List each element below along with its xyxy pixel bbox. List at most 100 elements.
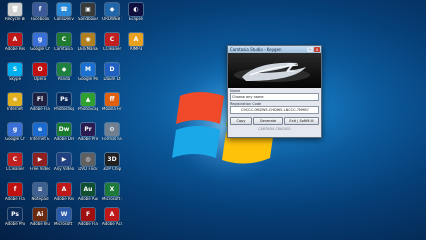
desktop-icon[interactable]: AiAdobe Illustrator [30,208,50,227]
desktop-icon-label: Adobe Flash [5,197,25,201]
generate-button[interactable]: Generate [253,117,283,125]
desktop-icon-label: Google Chrome [30,47,50,51]
desktop-icon-label: ORDWEB Snippet [102,17,122,21]
app-icon: ◎ [81,153,95,166]
app-icon: ff [105,93,119,106]
desktop-icon[interactable]: CCamtasia Studio [54,33,74,52]
desktop-icon-label: Skype [8,77,22,81]
desktop-icon[interactable]: XMicrosoft Excel [102,183,122,202]
desktop-icon[interactable]: MGoogle Maps [78,63,98,82]
app-icon: O [33,63,47,76]
desktop-icon[interactable]: S Skype [5,63,25,82]
desktop-icon[interactable]: WMicrosoft Word [54,208,74,227]
keygen-titlebar[interactable]: Camtasia Studio - Keygen – x [228,46,321,53]
desktop-icon[interactable]: f Facebook [30,3,50,22]
desktop-icon-label: Adobe Reader [5,47,25,51]
desktop-icon[interactable]: ◉DiskManager [78,33,98,52]
desktop-icon-label: Panda [57,77,71,81]
desktop-icon[interactable]: ◐ Eclipse [126,3,146,22]
desktop-icon-label: Mozilla Firefox [102,107,122,111]
desktop-icon[interactable]: FAdobe Flash [78,208,98,227]
app-icon: C [8,153,22,166]
keygen-footer: CAMTASIA CRACKED [258,127,291,131]
desktop-icon[interactable]: ffMozilla Firefox [102,93,122,112]
desktop-icon[interactable]: ◎ DVD Flick [78,153,98,172]
app-icon: A [129,33,143,46]
desktop-icon[interactable]: ◆ORDWEB Snippet [102,3,122,22]
desktop-icon[interactable]: FlAdobe Flash Pro CS6 [30,93,50,112]
app-icon: e [33,123,47,136]
desktop-icon[interactable]: fAdobe Flash [5,183,25,202]
desktop-icon[interactable]: gGoogle Chrome [5,123,25,142]
desktop-icon[interactable]: ▲PhotoScape [78,93,98,112]
keygen-banner: Z [228,53,321,88]
desktop-icon[interactable]: AuAdobe Audition [78,183,98,202]
desktop-icon-label: Sandboxie [78,17,98,21]
desktop-icon-label: Internet [7,107,23,111]
desktop-icon-label: Adobe Photoshop [5,222,25,226]
desktop-icon[interactable]: DwAdobe Dreamweaver [54,123,74,142]
app-icon: X [105,183,119,196]
desktop-icon[interactable]: AAdobe Acrobat [102,208,122,227]
app-icon: Dw [57,123,71,136]
desktop-icon[interactable]: PrAdobe Premiere [78,123,98,142]
desktop-icon-label: Adobe Dreamweaver [54,137,74,141]
desktop-icon[interactable]: 🗑Recycle Bin [5,3,25,22]
desktop-icon[interactable]: D Daum Lt [102,63,122,82]
app-icon: ◐ [129,3,143,16]
desktop-icon-label: Adobe Acrobat [102,222,122,226]
desktop-icon[interactable]: C CCleaner [5,153,25,172]
app-icon: A [8,33,22,46]
desktop-icon[interactable]: ☎CallsDeliverer [54,3,74,22]
desktop-icon[interactable]: AAdobe Reader [54,183,74,202]
close-button[interactable]: x [314,47,320,52]
desktop-icon[interactable]: ▶Free Video Converter [30,153,50,172]
app-icon: g [8,123,22,136]
desktop-icon-label: Adobe Illustrator [30,222,50,226]
desktop-icon-label: Internet Explorer [30,137,50,141]
banner-letter: Z [286,61,295,75]
app-icon: F [81,208,95,221]
desktop-icon[interactable]: ▶Any Video Converter [54,153,74,172]
desktop-icon-label: Microsoft Excel [102,197,122,201]
copy-button[interactable]: Copy [230,117,252,125]
app-icon: f [33,3,47,16]
app-icon: ▶ [33,153,47,166]
app-icon: M [81,63,95,76]
desktop-icon[interactable]: e Internet [5,93,25,112]
app-icon: ▶ [57,153,71,166]
app-icon: C [105,33,119,46]
exit-button[interactable]: Exit | SoftM.III [284,117,319,125]
desktop-icon[interactable]: ⚙Format Factory [102,123,122,142]
keygen-window[interactable]: Camtasia Studio - Keygen – x Z Name Choo… [227,45,322,138]
app-icon: ≡ [33,183,47,196]
desktop-icon-label: Any Video Converter [54,167,74,171]
desktop-icon-label: Adobe Audition [78,197,98,201]
desktop-icon[interactable]: eInternet Explorer [30,123,50,142]
app-icon: ☎ [57,3,71,16]
desktop-icon[interactable]: AAdobe Reader [5,33,25,52]
desktop-icon-label: Google Chrome [5,137,25,141]
app-icon: C [57,33,71,46]
desktop-icon[interactable]: ▣ Sandboxie [78,3,98,22]
desktop-icon[interactable]: Ps Photoshop [54,93,74,112]
desktop-icon[interactable]: ≡ Notepad [30,183,50,202]
desktop-icon[interactable]: PsAdobe Photoshop [5,208,25,227]
app-icon: g [33,33,47,46]
name-field[interactable]: Choose any name [230,93,319,101]
code-field[interactable]: C9CCC-0MZW5-CHDW5-LNCCC-7M9B7 [230,106,319,114]
desktop-icon[interactable]: C CCleaner [102,33,122,52]
app-icon: Ps [8,208,22,221]
desktop-icon-label: CCleaner [102,47,122,51]
desktop-icon[interactable]: ◆ Panda [54,63,74,82]
minimize-button[interactable]: – [307,47,313,52]
app-icon: Pr [81,123,95,136]
desktop-icon[interactable]: gGoogle Chrome [30,33,50,52]
desktop-icon-label: Microsoft Word [54,222,74,226]
desktop-icon[interactable]: A AIMP3 [126,33,146,52]
app-icon: ◉ [81,33,95,46]
desktop-icon-label: Opera [33,77,47,81]
desktop-icon[interactable]: O Opera [30,63,50,82]
desktop-icon[interactable]: 3D 3DP Chip [102,153,122,172]
desktop-icon-label: Free Video Converter [30,167,50,171]
